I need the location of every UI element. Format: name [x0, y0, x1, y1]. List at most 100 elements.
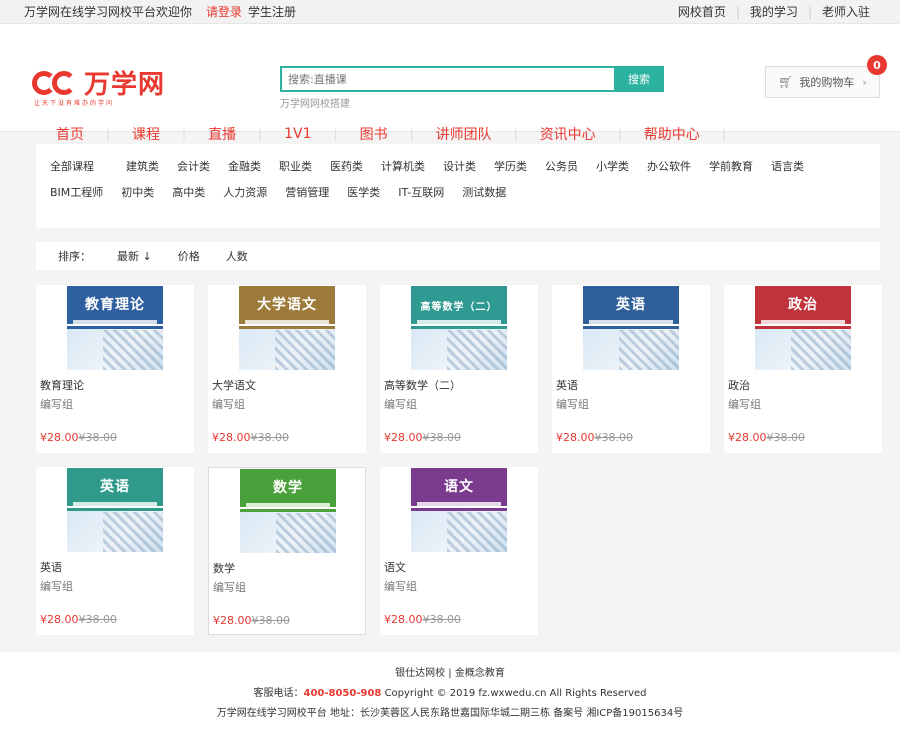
phone-number: 400-8050-908	[303, 688, 382, 699]
nav-books[interactable]: 图书	[338, 124, 410, 144]
sort-label: 排序：	[58, 250, 91, 263]
book-title[interactable]: 英语	[556, 377, 578, 393]
book-title[interactable]: 语文	[384, 559, 406, 575]
original-price: ¥38.00	[422, 613, 462, 626]
category-item[interactable]: 初中类	[121, 180, 154, 206]
search-input[interactable]	[280, 66, 614, 92]
book-title[interactable]: 大学语文	[212, 377, 256, 393]
category-filter: 全部课程 建筑类 会计类 金融类 职业类 医药类 计算机类 设计类 学历类 公务…	[36, 144, 880, 228]
book-card[interactable]: 英语 英语 编写组 ¥28.00¥38.00	[552, 285, 710, 453]
logo-text: 万学网	[84, 70, 166, 100]
book-cover[interactable]: 政治	[755, 286, 851, 370]
nav-1v1[interactable]: 1V1	[262, 126, 333, 142]
book-title[interactable]: 教育理论	[40, 377, 84, 393]
nav-news[interactable]: 资讯中心	[518, 124, 618, 144]
book-author: 编写组	[213, 581, 246, 594]
category-item[interactable]: 公务员	[545, 154, 578, 180]
book-cover[interactable]: 英语	[67, 468, 163, 552]
register-link[interactable]: 学生注册	[248, 5, 296, 19]
cart-icon: 🛒︎	[778, 75, 794, 89]
sort-bar: 排序： 最新 ↓ 价格 人数	[36, 242, 880, 270]
book-card[interactable]: 英语 英语 编写组 ¥28.00¥38.00	[36, 467, 194, 635]
nav-live[interactable]: 直播	[186, 124, 258, 144]
category-item[interactable]: 营销管理	[285, 180, 329, 206]
book-cover[interactable]: 教育理论	[67, 286, 163, 370]
cover-title: 英语	[100, 479, 130, 495]
book-title[interactable]: 数学	[213, 560, 235, 576]
book-cover[interactable]: 数学	[240, 469, 336, 553]
book-author: 编写组	[40, 398, 73, 411]
book-title[interactable]: 英语	[40, 559, 62, 575]
category-item[interactable]: 职业类	[279, 154, 312, 180]
search-button[interactable]: 搜索	[614, 66, 664, 92]
top-bar: 万学网在线学习网校平台欢迎你 请登录 学生注册 网校首页 | 我的学习 | 老师入驻	[0, 0, 900, 24]
category-item[interactable]: 人力资源	[223, 180, 267, 206]
original-price: ¥38.00	[78, 431, 118, 444]
category-item[interactable]: 会计类	[177, 154, 210, 180]
book-price: ¥28.00¥38.00	[212, 431, 289, 444]
nav-courses[interactable]: 课程	[110, 124, 182, 144]
current-price: ¥28.00	[728, 431, 767, 444]
sort-newest[interactable]: 最新 ↓	[117, 248, 152, 264]
book-card[interactable]: 语文 语文 编写组 ¥28.00¥38.00	[380, 467, 538, 635]
nav-teachers[interactable]: 讲师团队	[414, 124, 514, 144]
welcome-text: 万学网在线学习网校平台欢迎你	[24, 5, 193, 19]
nav-home[interactable]: 首页	[36, 124, 106, 144]
category-item[interactable]: 计算机类	[381, 154, 425, 180]
category-item[interactable]: 学历类	[494, 154, 527, 180]
category-item[interactable]: 医药类	[330, 154, 363, 180]
category-item[interactable]: 学前教育	[709, 154, 753, 180]
book-cover[interactable]: 语文	[411, 468, 507, 552]
book-title[interactable]: 高等数学（二）	[384, 377, 461, 393]
logo-slogan: 让天下没有难办的学问	[34, 100, 115, 107]
chevron-right-icon: ›	[862, 75, 867, 89]
book-card[interactable]: 政治 政治 编写组 ¥28.00¥38.00	[724, 285, 882, 453]
category-item[interactable]: 设计类	[443, 154, 476, 180]
original-price: ¥38.00	[594, 431, 634, 444]
book-card[interactable]: 数学 数学 编写组 ¥28.00¥38.00	[208, 467, 366, 635]
book-author: 编写组	[212, 398, 245, 411]
category-item[interactable]: 医学类	[347, 180, 380, 206]
book-author: 编写组	[556, 398, 589, 411]
current-price: ¥28.00	[40, 431, 79, 444]
category-item[interactable]: 建筑类	[126, 154, 159, 180]
school-home-link[interactable]: 网校首页	[668, 3, 736, 20]
category-item[interactable]: 金融类	[228, 154, 261, 180]
category-all[interactable]: 全部课程	[50, 154, 94, 180]
login-link[interactable]: 请登录	[206, 5, 242, 19]
original-price: ¥38.00	[250, 431, 290, 444]
book-card[interactable]: 教育理论 教育理论 编写组 ¥28.00¥38.00	[36, 285, 194, 453]
sort-popularity[interactable]: 人数	[226, 248, 248, 264]
book-cover[interactable]: 高等数学（二）	[411, 286, 507, 370]
my-study-link[interactable]: 我的学习	[740, 3, 808, 20]
category-row-1: 全部课程 建筑类 会计类 金融类 职业类 医药类 计算机类 设计类 学历类 公务…	[50, 154, 866, 180]
category-item[interactable]: 语言类	[771, 154, 804, 180]
sort-price[interactable]: 价格	[178, 248, 200, 264]
book-cover[interactable]: 英语	[583, 286, 679, 370]
footer-links[interactable]: 银仕达网校 | 金概念教育	[0, 664, 900, 684]
category-item[interactable]: 办公软件	[647, 154, 691, 180]
category-item[interactable]: IT-互联网	[398, 180, 444, 206]
cart-button[interactable]: 🛒︎ 我的购物车 › 0	[765, 55, 887, 98]
category-item[interactable]: BIM工程师	[50, 180, 103, 206]
original-price: ¥38.00	[251, 614, 291, 627]
cover-title: 高等数学（二）	[420, 302, 498, 313]
category-item[interactable]: 小学类	[596, 154, 629, 180]
book-price: ¥28.00¥38.00	[728, 431, 805, 444]
current-price: ¥28.00	[40, 613, 79, 626]
teacher-join-link[interactable]: 老师入驻	[812, 3, 880, 20]
book-title[interactable]: 政治	[728, 377, 750, 393]
nav-help[interactable]: 帮助中心	[622, 124, 722, 144]
divider: |	[721, 127, 726, 141]
book-cover[interactable]: 大学语文	[239, 286, 335, 370]
top-bar-links: 网校首页 | 我的学习 | 老师入驻	[668, 3, 880, 20]
current-price: ¥28.00	[213, 614, 252, 627]
cover-title: 大学语文	[257, 297, 317, 313]
original-price: ¥38.00	[422, 431, 462, 444]
book-card[interactable]: 大学语文 大学语文 编写组 ¥28.00¥38.00	[208, 285, 366, 453]
category-item[interactable]: 测试数据	[462, 180, 506, 206]
book-card[interactable]: 高等数学（二） 高等数学（二） 编写组 ¥28.00¥38.00	[380, 285, 538, 453]
category-item[interactable]: 高中类	[172, 180, 205, 206]
site-logo[interactable]: 万学网 让天下没有难办的学问	[32, 64, 166, 107]
book-author: 编写组	[40, 580, 73, 593]
